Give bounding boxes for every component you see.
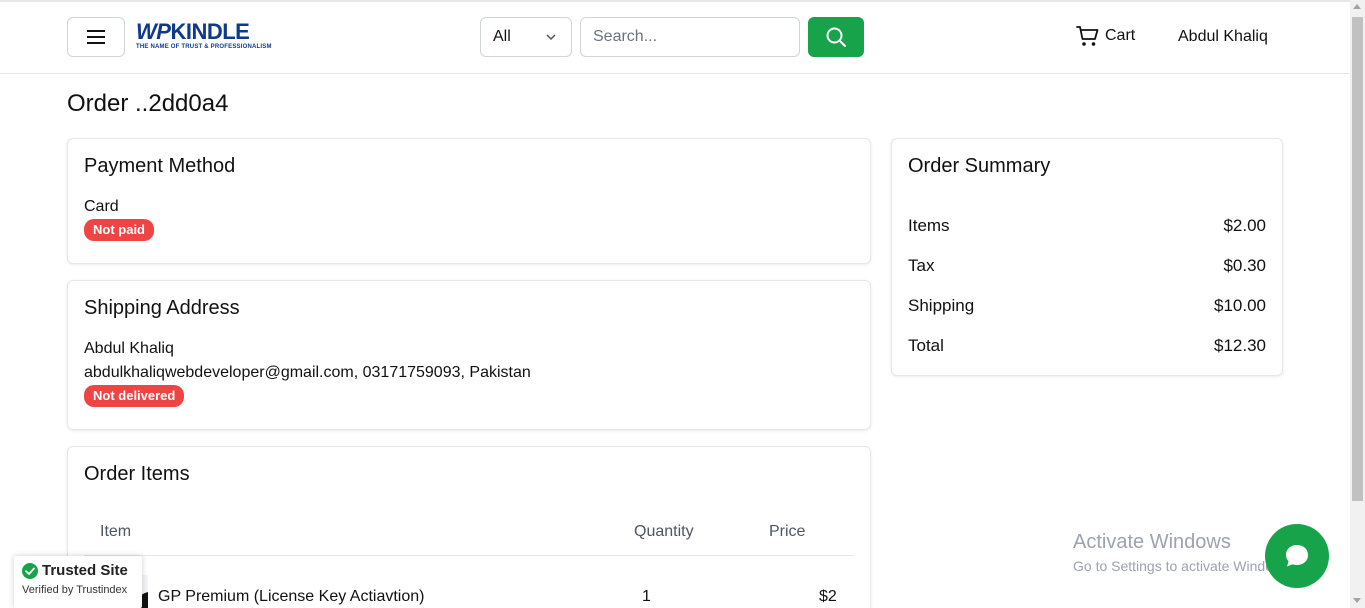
column-header-quantity: Quantity — [634, 523, 694, 540]
summary-label: Items — [908, 216, 950, 235]
delivery-status-badge: Not delivered — [84, 385, 185, 407]
summary-row-items: Items $2.00 — [908, 216, 1266, 236]
search-input[interactable] — [580, 17, 800, 57]
user-menu[interactable]: Abdul Khaliq — [1178, 28, 1268, 46]
table-divider — [84, 555, 854, 556]
logo-tagline: THE NAME OF TRUST & PROFESSIONALISM — [136, 44, 272, 50]
order-summary-card: Order Summary Items $2.00 Tax $0.30 Ship… — [891, 138, 1283, 376]
activate-windows-subtitle: Go to Settings to activate Windows. — [1073, 558, 1294, 574]
activate-windows-title: Activate Windows — [1073, 531, 1231, 553]
shipping-details: abdulkhaliqwebdeveloper@gmail.com, 03171… — [84, 364, 531, 381]
trusted-site-subtitle: Verified by Trustindex — [22, 584, 128, 596]
search-button[interactable] — [808, 17, 864, 57]
payment-method-value: Card — [84, 198, 119, 215]
summary-row-shipping: Shipping $10.00 — [908, 296, 1266, 316]
page-title: Order ..2dd0a4 — [67, 90, 229, 117]
trusted-site-title: Trusted Site — [42, 562, 128, 579]
payment-method-card: Payment Method Card Not paid — [67, 138, 871, 264]
summary-label: Total — [908, 336, 944, 355]
summary-row-tax: Tax $0.30 — [908, 256, 1266, 276]
check-circle-icon — [22, 562, 38, 579]
scrollbar-thumb[interactable] — [1352, 17, 1363, 501]
order-items-heading: Order Items — [84, 463, 190, 485]
summary-label: Shipping — [908, 296, 975, 315]
shipping-heading: Shipping Address — [84, 297, 240, 319]
trustindex-badge[interactable]: Trusted Site Verified by Trustindex — [14, 556, 142, 608]
chevron-down-icon — [546, 34, 556, 41]
column-header-item: Item — [100, 523, 132, 540]
scroll-down-arrow[interactable] — [1353, 598, 1361, 603]
hamburger-menu-icon — [87, 30, 105, 44]
payment-heading: Payment Method — [84, 155, 236, 177]
summary-value: $12.30 — [1214, 336, 1266, 355]
summary-row-total: Total $12.30 — [908, 336, 1266, 356]
site-header: WPKINDLE THE NAME OF TRUST & PROFESSIONA… — [0, 2, 1350, 74]
logo-wp: WP — [136, 19, 171, 44]
search-icon — [826, 27, 846, 47]
summary-label: Tax — [908, 256, 935, 275]
category-select[interactable]: All — [480, 17, 572, 57]
chat-icon — [1286, 545, 1308, 567]
cart-label: Cart — [1105, 27, 1136, 44]
shipping-name: Abdul Khaliq — [84, 340, 174, 357]
summary-heading: Order Summary — [908, 155, 1051, 177]
order-items-card: Order Items Item Quantity Price GP Premi… — [67, 446, 871, 608]
payment-status-badge: Not paid — [84, 219, 154, 241]
summary-value: $10.00 — [1214, 296, 1266, 315]
shipping-address-card: Shipping Address Abdul Khaliq abdulkhali… — [67, 280, 871, 430]
summary-value: $2.00 — [1223, 216, 1266, 235]
scroll-up-arrow[interactable] — [1353, 4, 1361, 9]
order-item-price: $2 — [819, 588, 837, 605]
order-item-name[interactable]: GP Premium (License Key Actiavtion) — [158, 588, 424, 606]
menu-button[interactable] — [67, 17, 125, 57]
windows-activation-watermark: Activate Windows Go to Settings to activ… — [1073, 531, 1294, 574]
cart-link[interactable]: Cart — [1076, 24, 1135, 48]
category-selected-value: All — [493, 28, 511, 45]
chat-button[interactable] — [1265, 524, 1329, 588]
column-header-price: Price — [769, 523, 806, 540]
order-item-quantity: 1 — [642, 588, 651, 605]
site-logo[interactable]: WPKINDLE THE NAME OF TRUST & PROFESSIONA… — [136, 21, 286, 57]
cart-icon — [1076, 26, 1099, 46]
summary-value: $0.30 — [1223, 256, 1266, 275]
logo-kindle: KINDLE — [170, 19, 250, 44]
